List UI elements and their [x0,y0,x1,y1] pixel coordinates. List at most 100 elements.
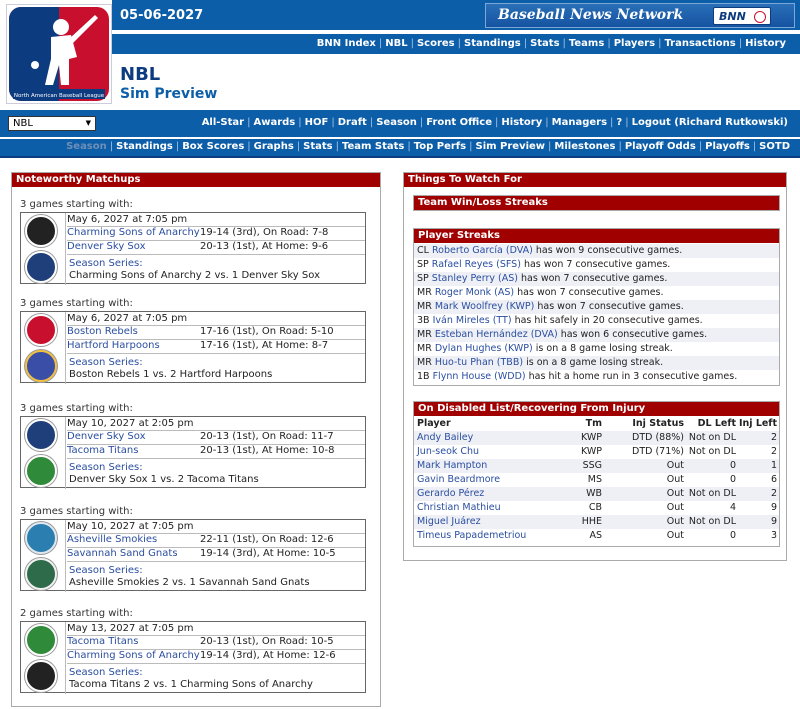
streak-player-link[interactable]: Huo-tu Phan (TBB) [435,357,523,368]
main-nav-link[interactable]: Teams [569,38,604,49]
injured-player-link[interactable]: Timeus Papademetriou [417,529,526,543]
season-nav-link[interactable]: Box Scores [182,141,244,152]
league-nav-link[interactable]: Awards [253,117,295,128]
main-nav-link[interactable]: BNN Index [317,38,376,49]
streak-description: has won 6 consecutive games. [560,329,708,340]
season-nav-link[interactable]: Sim Preview [476,141,546,152]
away-team-link[interactable]: Charming Sons of Anarchy [67,227,200,238]
team-logo-icon[interactable] [25,522,57,554]
nav-separator: | [175,141,180,152]
streak-player-link[interactable]: Stanley Perry (AS) [432,273,518,284]
league-nav-link[interactable]: History [501,117,542,128]
season-nav-link[interactable]: Playoffs [705,141,750,152]
season-nav-link[interactable]: Graphs [254,141,294,152]
bnn-banner[interactable]: Baseball News Network BNN [485,3,795,28]
league-nav-link[interactable]: Front Office [426,117,492,128]
season-nav-link[interactable]: Milestones [554,141,615,152]
home-team-link[interactable]: Savannah Sand Gnats [67,548,178,559]
season-nav-link[interactable]: Team Stats [342,141,404,152]
team-logo-icon[interactable] [25,660,57,692]
main-nav-link[interactable]: NBL [385,38,407,49]
col-player[interactable]: Player [417,417,451,431]
team-logo-icon[interactable] [25,558,57,590]
nav-separator: | [752,141,757,152]
injured-player-link[interactable]: Christian Mathieu [417,501,501,515]
injured-player-link[interactable]: Gavin Beardmore [417,473,500,487]
away-team-link[interactable]: Boston Rebels [67,326,138,337]
logo-caption: North American Baseball League [14,93,105,99]
main-nav-link[interactable]: Scores [417,38,455,49]
home-team-link[interactable]: Hartford Harpoons [67,340,160,351]
season-nav: Season | Standings | Box Scores | Graphs | Stats… [0,139,800,156]
streak-player-link[interactable]: Esteban Hernández (DVA) [435,329,558,340]
page-header: North American Baseball League 05-06-202… [0,0,800,158]
streak-player-link[interactable]: Iván Mireles (TT) [433,315,512,326]
col-inj-status[interactable]: Inj Status [606,417,684,431]
away-team-link[interactable]: Denver Sky Sox [67,431,146,442]
home-team-record: 19-14 (3rd), At Home: 10-5 [200,548,336,559]
streak-player-link[interactable]: Roberto García (DVA) [432,245,533,256]
injury-left: 9 [770,502,777,513]
matchup-header: 3 games starting with: [20,506,133,517]
home-team-link[interactable]: Tacoma Titans [67,445,138,456]
main-nav-link[interactable]: Stats [530,38,559,49]
main-nav-link[interactable]: Players [614,38,655,49]
streak-player-link[interactable]: Dylan Hughes (KWP) [435,343,533,354]
matchup-box: May 10, 2027 at 2:05 pm Denver Sky Sox 20-… [20,416,366,489]
team-logo-icon[interactable] [25,419,57,451]
team-logo-icon[interactable] [25,314,57,346]
streak-player-link[interactable]: Flynn House (WDD) [433,371,526,382]
player-streak-row: 1B Flynn House (WDD) has hit a home run … [414,370,779,384]
matchup-card: 3 games starting with: May 10, 2027 at 2:… [20,403,366,489]
streak-player-link[interactable]: Rafael Reyes (SFS) [432,259,521,270]
season-nav-link[interactable]: Playoff Odds [625,141,696,152]
col-inj-left[interactable]: Inj Left [738,417,777,431]
league-nav-link[interactable]: Season [376,117,417,128]
team-logo-icon[interactable] [25,350,57,382]
dl-left: Not on DL [688,488,736,499]
streak-position: SP [417,273,429,284]
season-nav-link[interactable]: Stats [303,141,332,152]
season-series-result: Asheville Smokies 2 vs. 1 Savannah Sand … [69,577,310,588]
home-team-link[interactable]: Charming Sons of Anarchy [67,650,200,661]
league-nav-link[interactable]: Logout (Richard Rutkowski) [632,117,788,128]
injured-player-link[interactable]: Miguel Juárez [417,515,481,529]
league-nav-link[interactable]: All-Star [202,117,244,128]
streak-position: MR [417,301,432,312]
season-nav-link[interactable]: Top Perfs [414,141,466,152]
injured-player-link[interactable]: Gerardo Pérez [417,487,484,501]
bnn-badge[interactable]: BNN [713,7,771,25]
away-team-link[interactable]: Tacoma Titans [67,636,138,647]
league-logo[interactable]: North American Baseball League [6,4,112,104]
col-dl-left[interactable]: DL Left [684,417,736,431]
team-logo-icon[interactable] [25,215,57,247]
col-team[interactable]: Tm [554,417,602,431]
header-divider [0,156,800,158]
main-nav-link[interactable]: History [745,38,786,49]
injured-player-link[interactable]: Jun-seok Chu [417,445,479,459]
league-select[interactable]: NBL ▼ [8,116,96,131]
season-nav-link[interactable]: Standings [116,141,173,152]
team-logo-icon[interactable] [25,251,57,283]
injured-player-link[interactable]: Andy Bailey [417,431,473,445]
main-nav-link[interactable]: Transactions [664,38,735,49]
league-nav-link[interactable]: HOF [305,117,329,128]
nav-separator: | [610,117,614,128]
things-to-watch-title: Things To Watch For [404,173,786,187]
team-logo-icon[interactable] [25,455,57,487]
season-nav-link[interactable]: Season [66,141,107,152]
matchup-box: May 13, 2027 at 7:05 pm Tacoma Titans 20-1… [20,621,366,694]
season-nav-link[interactable]: SOTD [759,141,790,152]
team-logo-icon[interactable] [25,624,57,656]
league-nav-link[interactable]: Draft [338,117,367,128]
streak-player-link[interactable]: Roger Monk (AS) [435,287,514,298]
league-nav-link[interactable]: Managers [552,117,607,128]
main-nav-link[interactable]: Standings [464,38,521,49]
streak-player-link[interactable]: Mark Woolfrey (KWP) [435,301,535,312]
bnn-badge-label: BNN [719,10,746,23]
away-team-link[interactable]: Asheville Smokies [67,534,157,545]
home-team-link[interactable]: Denver Sky Sox [67,241,146,252]
injured-player-link[interactable]: Mark Hampton [417,459,487,473]
bnn-title[interactable]: Baseball News Network [498,7,683,23]
away-team-record: 20-13 (1st), On Road: 11-7 [200,431,334,442]
